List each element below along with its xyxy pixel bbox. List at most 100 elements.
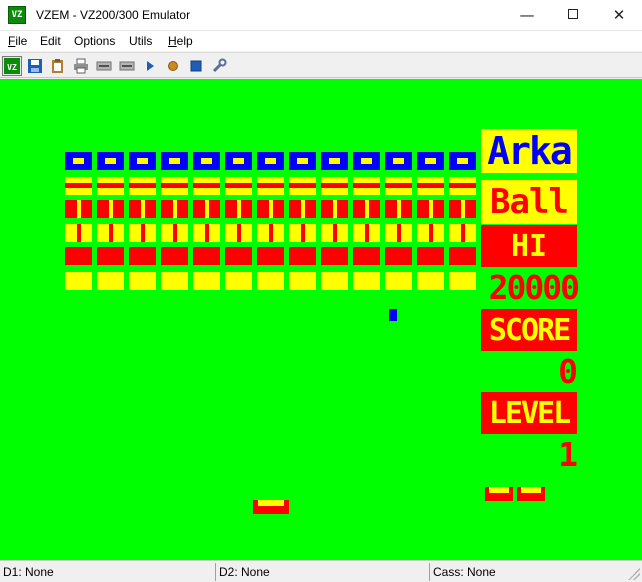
brick — [193, 247, 220, 265]
brick — [65, 247, 92, 265]
hi-label: HI — [481, 225, 577, 267]
brick — [353, 200, 380, 218]
toolbar-record-button[interactable] — [163, 56, 183, 76]
brick — [97, 247, 124, 265]
brick-row — [65, 200, 476, 218]
brick — [289, 224, 316, 242]
brick — [225, 177, 252, 195]
toolbar-save-button[interactable] — [25, 56, 45, 76]
brick — [193, 152, 220, 170]
brick — [225, 224, 252, 242]
brick — [257, 272, 284, 290]
wrench-icon — [212, 58, 227, 73]
brick — [225, 200, 252, 218]
menu-options[interactable]: Options — [74, 34, 115, 48]
brick — [161, 152, 188, 170]
brick — [161, 200, 188, 218]
brick — [225, 247, 252, 265]
brick — [65, 200, 92, 218]
brick — [385, 152, 412, 170]
score-label: SCORE — [481, 309, 577, 351]
ball — [389, 309, 397, 321]
brick — [385, 272, 412, 290]
brick — [161, 224, 188, 242]
brick — [321, 177, 348, 195]
save-icon — [28, 59, 42, 73]
toolbar-play-button[interactable] — [140, 56, 160, 76]
stop-icon — [190, 60, 202, 72]
vz-logo-icon: VZ — [4, 58, 20, 74]
record-icon — [168, 61, 178, 71]
brick — [417, 247, 444, 265]
brick — [289, 177, 316, 195]
level-value: 1 — [558, 435, 578, 474]
brick — [321, 152, 348, 170]
brick — [385, 247, 412, 265]
brick — [65, 272, 92, 290]
life-paddle — [517, 487, 545, 501]
brick — [65, 177, 92, 195]
emulator-screen[interactable]: Arka Ball HI 20000 SCORE 0 LEVEL 1 — [0, 79, 642, 560]
resize-grip[interactable] — [628, 568, 640, 580]
brick-row — [65, 177, 476, 195]
brick — [129, 224, 156, 242]
maximize-button[interactable] — [550, 0, 596, 30]
status-bar: D1: None D2: None Cass: None — [0, 560, 642, 582]
status-cass: Cass: None — [429, 563, 628, 581]
toolbar-vz-button[interactable]: VZ — [2, 56, 22, 76]
brick-row — [65, 247, 476, 265]
brick — [449, 224, 476, 242]
toolbar-stop-button[interactable] — [186, 56, 206, 76]
brick-row — [65, 152, 476, 170]
brick — [97, 224, 124, 242]
brick — [129, 247, 156, 265]
toolbar: VZ — [0, 52, 642, 78]
brick — [289, 200, 316, 218]
brick — [129, 152, 156, 170]
toolbar-disk2-button[interactable] — [117, 56, 137, 76]
brick — [129, 200, 156, 218]
brick — [257, 224, 284, 242]
brick — [449, 247, 476, 265]
menu-edit[interactable]: Edit — [40, 34, 61, 48]
brick — [353, 224, 380, 242]
title-bar[interactable]: VZ VZEM - VZ200/300 Emulator — ✕ — [0, 0, 642, 31]
window-title: VZEM - VZ200/300 Emulator — [36, 8, 191, 22]
menu-utils[interactable]: Utils — [129, 34, 152, 48]
brick — [161, 272, 188, 290]
menu-bar: File Edit Options Utils Help — [0, 31, 642, 51]
brick — [417, 177, 444, 195]
brick — [385, 224, 412, 242]
toolbar-settings-button[interactable] — [209, 56, 229, 76]
brick — [257, 247, 284, 265]
minimize-button[interactable]: — — [504, 0, 550, 30]
menu-file[interactable]: File — [8, 34, 27, 48]
close-button[interactable]: ✕ — [596, 0, 642, 30]
brick-row — [65, 224, 476, 242]
game-title-ball: Ball — [481, 180, 577, 224]
brick — [353, 272, 380, 290]
level-label: LEVEL — [481, 392, 577, 434]
toolbar-print-button[interactable] — [71, 56, 91, 76]
brick — [417, 272, 444, 290]
toolbar-disk1-button[interactable] — [94, 56, 114, 76]
brick — [193, 177, 220, 195]
brick — [417, 152, 444, 170]
vzem-app-icon[interactable]: VZ — [8, 6, 26, 24]
brick — [289, 152, 316, 170]
brick — [353, 152, 380, 170]
svg-text:VZ: VZ — [7, 63, 17, 72]
game-title-arka: Arka — [481, 129, 577, 173]
brick — [65, 152, 92, 170]
clipboard-icon — [52, 59, 63, 73]
brick — [97, 152, 124, 170]
brick — [417, 224, 444, 242]
brick — [65, 224, 92, 242]
brick-row — [65, 272, 476, 290]
brick — [97, 272, 124, 290]
brick — [321, 224, 348, 242]
toolbar-clipboard-button[interactable] — [48, 56, 68, 76]
brick — [449, 177, 476, 195]
brick — [193, 224, 220, 242]
menu-help[interactable]: Help — [168, 34, 193, 48]
